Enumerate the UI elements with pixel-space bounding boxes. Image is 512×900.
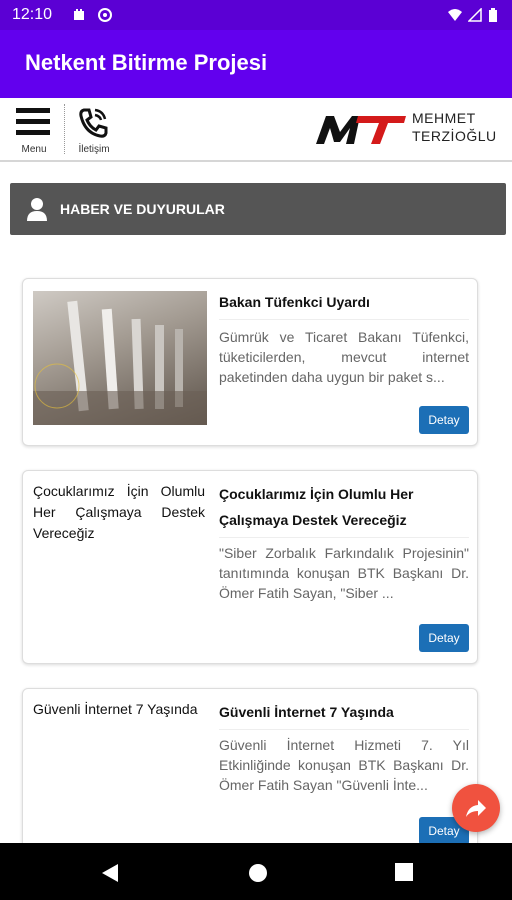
phone-icon	[79, 108, 108, 138]
wifi-icon	[448, 9, 462, 21]
share-fab[interactable]	[452, 784, 500, 832]
divider	[219, 729, 469, 730]
signal-icon	[468, 8, 482, 22]
back-icon[interactable]	[101, 863, 119, 883]
hamburger-icon	[16, 108, 50, 135]
detail-button[interactable]: Detay	[419, 624, 469, 652]
battery-icon	[489, 8, 497, 22]
sync-icon	[98, 8, 112, 22]
status-time: 12:10	[12, 6, 53, 23]
mt-logo-mark	[316, 116, 406, 144]
news-excerpt: Güvenli İnternet Hizmeti 7. Yıl Etkinliğ…	[219, 737, 469, 793]
divider	[219, 537, 469, 538]
news-excerpt: "Siber Zorbalık Farkındalık Projesinin" …	[219, 545, 469, 601]
divider	[219, 319, 469, 320]
news-title[interactable]: Güvenli İnternet 7 Yaşında	[219, 699, 469, 725]
app-bar: Netkent Bitirme Projesi	[0, 30, 512, 98]
section-title: HABER VE DUYURULAR	[60, 201, 225, 217]
top-toolbar: Menu İletişim MEHMET TERZİOĞLU	[0, 98, 512, 162]
recents-icon[interactable]	[395, 863, 413, 881]
news-excerpt: Gümrük ve Ticaret Bakanı Tüfenkci, tüket…	[219, 329, 469, 385]
contact-label: İletişim	[78, 144, 110, 155]
status-bar: 12:10	[0, 0, 512, 30]
router-image	[33, 300, 207, 425]
system-nav-bar	[0, 843, 512, 900]
section-header: HABER VE DUYURULAR	[10, 183, 506, 235]
contact-button[interactable]: İletişim	[64, 102, 124, 157]
home-icon[interactable]	[248, 863, 268, 883]
news-image	[33, 291, 207, 425]
detail-button[interactable]: Detay	[419, 406, 469, 434]
news-card[interactable]: Bakan Tüfenkci Uyardı Gümrük ve Ticaret …	[22, 278, 478, 446]
share-icon	[466, 800, 486, 817]
notification-icon	[74, 9, 84, 20]
menu-button[interactable]: Menu	[4, 102, 64, 157]
news-card[interactable]: Güvenli İnternet 7 Yaşında Güvenli İnter…	[22, 688, 478, 860]
logo-line-2: TERZİOĞLU	[412, 128, 497, 144]
news-image-alt-text: Güvenli İnternet 7 Yaşında	[33, 701, 198, 717]
news-card[interactable]: Çocuklarımız İçin Olumlu Her Çalışmaya D…	[22, 470, 478, 664]
news-title[interactable]: Çocuklarımız İçin Olumlu Her Çalışmaya D…	[219, 481, 469, 533]
news-title[interactable]: Bakan Tüfenkci Uyardı	[219, 289, 469, 315]
brand-logo: MEHMET TERZİOĞLU	[314, 110, 504, 150]
news-image-alt-text: Çocuklarımız İçin Olumlu Her Çalışmaya D…	[33, 483, 205, 541]
app-title: Netkent Bitirme Projesi	[25, 50, 268, 75]
menu-label: Menu	[21, 144, 47, 155]
user-icon	[27, 198, 47, 221]
logo-line-1: MEHMET	[412, 110, 476, 126]
